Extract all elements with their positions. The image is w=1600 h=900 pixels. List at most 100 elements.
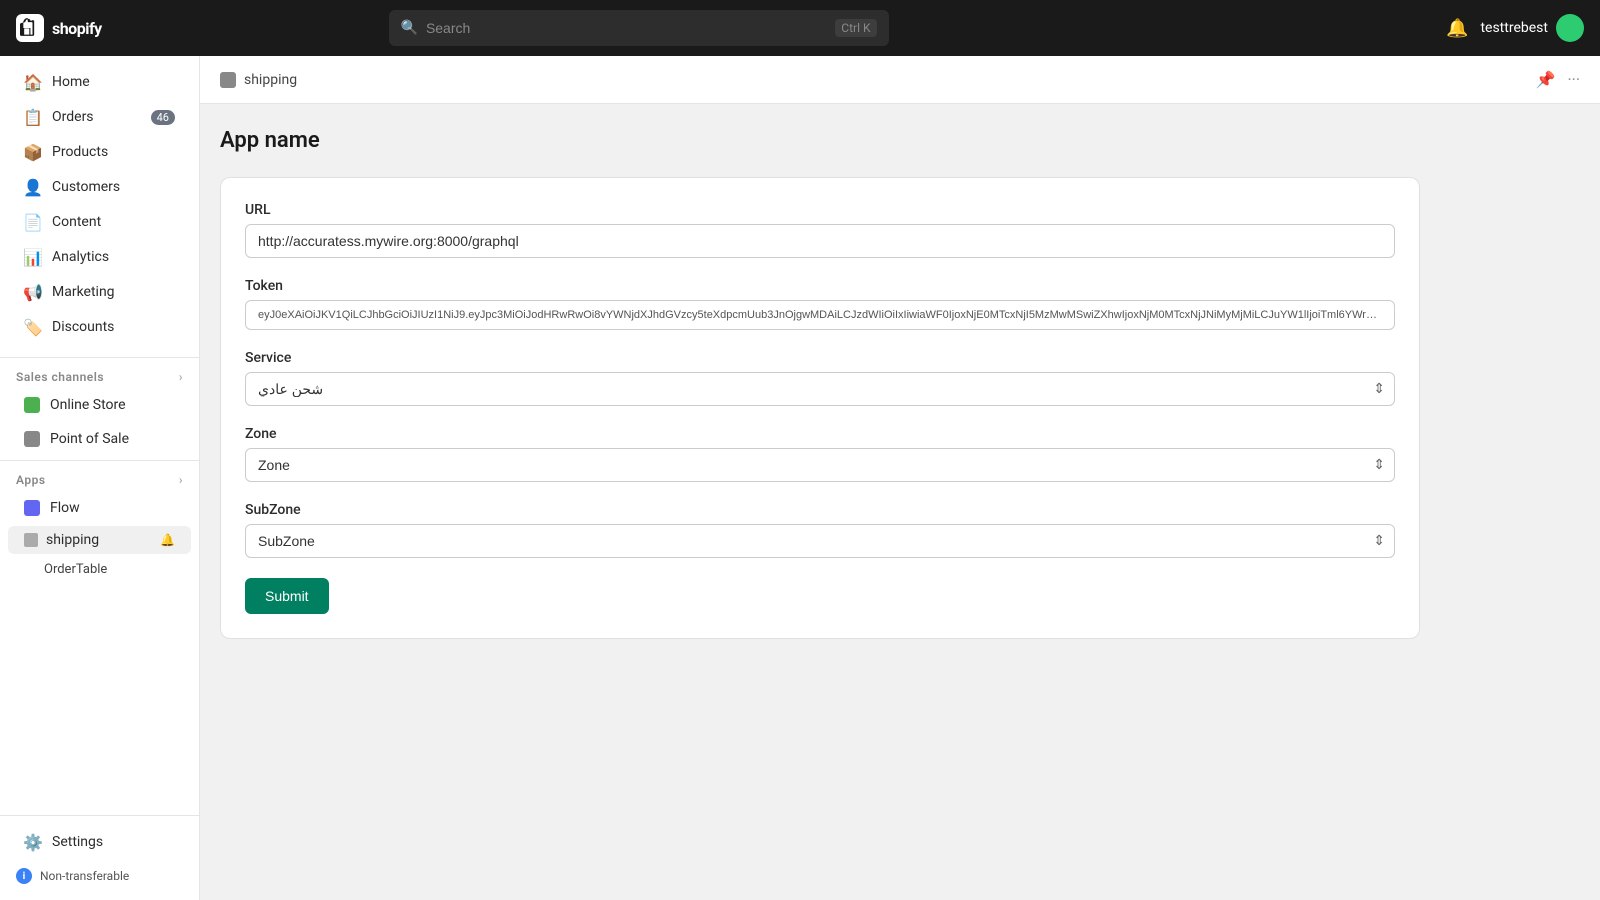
layout: 🏠 Home 📋 Orders 46 📦 Products 👤 Customer… — [0, 56, 1600, 900]
order-table-label: OrderTable — [44, 562, 107, 577]
subzone-label: SubZone — [245, 502, 1395, 518]
sidebar-item-online-store[interactable]: Online Store — [8, 389, 191, 421]
apps-chevron[interactable]: › — [179, 473, 183, 487]
sidebar-item-point-of-sale[interactable]: Point of Sale — [8, 423, 191, 455]
form-card: URL Token Service شحن عادي ⇕ — [220, 177, 1420, 639]
sidebar-item-marketing[interactable]: 📢 Marketing — [8, 275, 191, 309]
sidebar-flow-label: Flow — [50, 500, 80, 516]
point-of-sale-dot — [24, 431, 40, 447]
search-icon: 🔍 — [401, 20, 418, 36]
customers-icon: 👤 — [24, 178, 42, 196]
sidebar-item-orders-label: Orders — [52, 109, 94, 125]
sidebar-item-content[interactable]: 📄 Content — [8, 205, 191, 239]
orders-badge: 46 — [151, 110, 175, 125]
orders-icon: 📋 — [24, 108, 42, 126]
sidebar-settings-label: Settings — [52, 834, 103, 850]
breadcrumb-app-icon — [220, 72, 236, 88]
info-icon: i — [16, 868, 32, 884]
service-field-group: Service شحن عادي ⇕ — [245, 350, 1395, 406]
shopify-logo-icon — [16, 14, 44, 42]
sidebar-item-shipping[interactable]: shipping 🔔 — [8, 526, 191, 554]
sidebar-item-customers-label: Customers — [52, 179, 120, 195]
subzone-field-group: SubZone SubZone ⇕ — [245, 502, 1395, 558]
page-title: App name — [220, 128, 1580, 153]
search-input[interactable] — [426, 20, 827, 36]
sidebar-item-home-label: Home — [52, 74, 90, 90]
sidebar-item-flow[interactable]: Flow — [8, 492, 191, 524]
analytics-icon: 📊 — [24, 248, 42, 266]
sidebar-item-settings[interactable]: ⚙️ Settings — [8, 825, 191, 859]
shopify-logo-text: shopify — [52, 19, 102, 38]
submit-button[interactable]: Submit — [245, 578, 329, 614]
online-store-dot — [24, 397, 40, 413]
zone-select[interactable]: Zone — [245, 448, 1395, 482]
token-field-group: Token — [245, 278, 1395, 330]
sidebar-shipping-label: shipping — [46, 532, 99, 548]
sales-channels-header: Sales channels › — [0, 362, 199, 388]
home-icon: 🏠 — [24, 73, 42, 91]
sidebar-item-analytics-label: Analytics — [52, 249, 109, 265]
shopify-logo: shopify — [16, 14, 102, 42]
sidebar-item-discounts-label: Discounts — [52, 319, 114, 335]
main-header: shipping 📌 ··· — [200, 56, 1600, 104]
sidebar-item-analytics[interactable]: 📊 Analytics — [8, 240, 191, 274]
subzone-select[interactable]: SubZone — [245, 524, 1395, 558]
settings-icon: ⚙️ — [24, 833, 42, 851]
sidebar-bottom: ⚙️ Settings i Non-transferable — [0, 815, 199, 900]
main-body: App name URL Token Service — [200, 104, 1600, 900]
subzone-select-wrapper: SubZone ⇕ — [245, 524, 1395, 558]
sidebar-item-order-table[interactable]: OrderTable — [8, 556, 191, 583]
shipping-bell-icon[interactable]: 🔔 — [160, 533, 175, 547]
products-icon: 📦 — [24, 143, 42, 161]
sidebar-item-marketing-label: Marketing — [52, 284, 115, 300]
shipping-dot — [24, 533, 38, 547]
url-label: URL — [245, 202, 1395, 218]
header-pin-icon[interactable]: 📌 — [1536, 70, 1556, 89]
sales-channels-chevron[interactable]: › — [179, 370, 183, 384]
content-icon: 📄 — [24, 213, 42, 231]
sidebar: 🏠 Home 📋 Orders 46 📦 Products 👤 Customer… — [0, 56, 200, 900]
topbar-right: 🔔 testtrebest — [1446, 14, 1584, 42]
sidebar-online-store-label: Online Store — [50, 397, 126, 413]
apps-header: Apps › — [0, 465, 199, 491]
breadcrumb-label: shipping — [244, 72, 297, 88]
search-bar[interactable]: 🔍 Ctrl K — [389, 10, 889, 46]
sidebar-item-products[interactable]: 📦 Products — [8, 135, 191, 169]
non-transferable-label: Non-transferable — [40, 869, 129, 883]
service-select-wrapper: شحن عادي ⇕ — [245, 372, 1395, 406]
sidebar-divider-2 — [0, 460, 199, 461]
bell-icon[interactable]: 🔔 — [1446, 18, 1468, 39]
non-transferable-row: i Non-transferable — [0, 860, 199, 892]
sidebar-nav-section: 🏠 Home 📋 Orders 46 📦 Products 👤 Customer… — [0, 56, 199, 353]
username-label: testtrebest — [1480, 20, 1548, 36]
sidebar-item-home[interactable]: 🏠 Home — [8, 65, 191, 99]
sidebar-point-of-sale-label: Point of Sale — [50, 431, 129, 447]
marketing-icon: 📢 — [24, 283, 42, 301]
discounts-icon: 🏷️ — [24, 318, 42, 336]
zone-field-group: Zone Zone ⇕ — [245, 426, 1395, 482]
breadcrumb: shipping — [220, 72, 297, 88]
sales-channels-label: Sales channels — [16, 370, 104, 384]
url-field-group: URL — [245, 202, 1395, 258]
topbar: shopify 🔍 Ctrl K 🔔 testtrebest — [0, 0, 1600, 56]
main-header-actions: 📌 ··· — [1536, 70, 1580, 89]
service-label: Service — [245, 350, 1395, 366]
apps-label: Apps — [16, 473, 46, 487]
sidebar-item-products-label: Products — [52, 144, 108, 160]
sidebar-item-discounts[interactable]: 🏷️ Discounts — [8, 310, 191, 344]
sidebar-item-content-label: Content — [52, 214, 101, 230]
header-more-icon[interactable]: ··· — [1567, 70, 1580, 89]
search-shortcut: Ctrl K — [835, 19, 876, 37]
sidebar-item-orders[interactable]: 📋 Orders 46 — [8, 100, 191, 134]
service-select[interactable]: شحن عادي — [245, 372, 1395, 406]
token-label: Token — [245, 278, 1395, 294]
zone-label: Zone — [245, 426, 1395, 442]
sidebar-item-customers[interactable]: 👤 Customers — [8, 170, 191, 204]
zone-select-wrapper: Zone ⇕ — [245, 448, 1395, 482]
user-badge: testtrebest — [1480, 14, 1584, 42]
user-avatar — [1556, 14, 1584, 42]
main-content: shipping 📌 ··· App name URL Token — [200, 56, 1600, 900]
token-input[interactable] — [245, 300, 1395, 330]
url-input[interactable] — [245, 224, 1395, 258]
sidebar-divider-1 — [0, 357, 199, 358]
